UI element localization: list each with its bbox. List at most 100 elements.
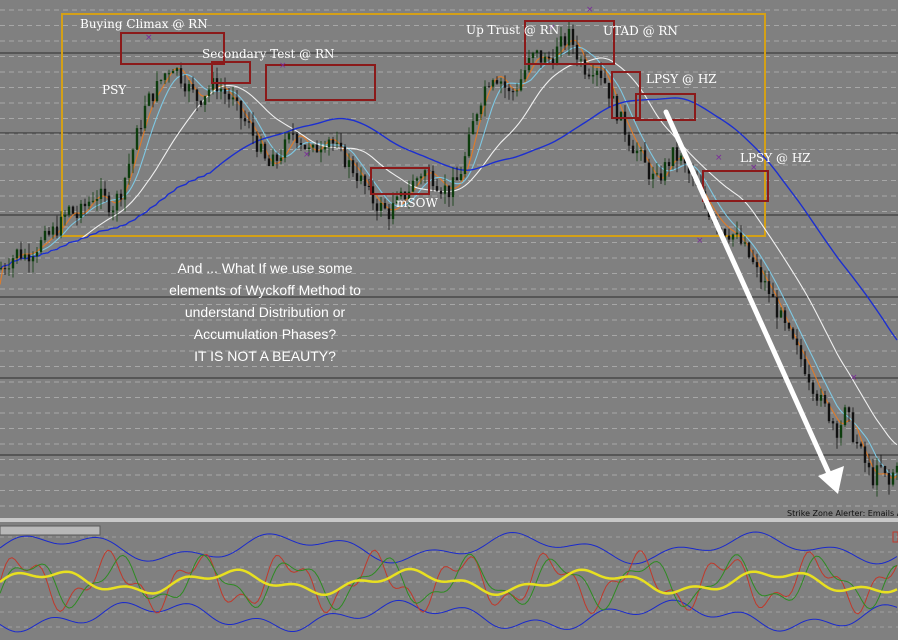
candle-body <box>67 206 71 215</box>
candle-body <box>327 139 331 148</box>
candle-body <box>71 206 75 214</box>
candle-body <box>735 232 739 235</box>
candle-body <box>851 412 855 442</box>
candle-body <box>51 226 55 235</box>
note-line: And ... What If we use some <box>177 260 352 276</box>
candle-body <box>183 83 187 92</box>
note-line: elements of Wyckoff Method to <box>169 282 361 298</box>
candle-body <box>743 242 747 244</box>
candle-body <box>331 139 335 144</box>
candle-body <box>259 143 263 152</box>
candle-body <box>163 73 167 80</box>
candle-body <box>583 59 587 75</box>
candle-body <box>171 70 175 74</box>
candle-body <box>835 423 839 438</box>
candle-body <box>615 95 619 121</box>
candle-body <box>387 208 391 220</box>
candle-body <box>43 230 47 241</box>
candle-body <box>347 160 351 167</box>
note-line: understand Distribution or <box>185 304 346 320</box>
candle-body <box>83 203 87 207</box>
candle-body <box>879 465 883 467</box>
candle-body <box>123 177 127 200</box>
annotation-utad: UTAD @ RN <box>603 24 678 38</box>
candle-body <box>791 328 795 339</box>
annotation-psy: PSY <box>102 83 127 97</box>
candle-body <box>115 193 119 211</box>
candle-body <box>363 175 367 186</box>
candle-body <box>815 393 819 401</box>
candle-body <box>247 121 251 123</box>
candle-body <box>0 268 3 270</box>
candle-body <box>843 407 847 426</box>
candle-body <box>7 268 11 270</box>
candle-body <box>419 176 423 179</box>
candle-body <box>663 162 667 181</box>
candle-body <box>591 75 595 77</box>
candle-body <box>495 80 499 84</box>
candle-body <box>547 56 551 59</box>
candle-body <box>315 144 319 153</box>
candle-body <box>739 232 743 244</box>
candle-body <box>179 68 183 84</box>
candle-body <box>475 114 479 122</box>
candle-body <box>243 118 247 122</box>
candle-body <box>455 177 459 181</box>
candle-body <box>19 249 23 259</box>
x-marker: × <box>715 153 723 163</box>
candle-body <box>467 134 471 157</box>
candle-body <box>463 156 467 175</box>
candle-body <box>119 193 123 200</box>
candle-body <box>63 214 67 217</box>
x-marker: × <box>696 236 704 246</box>
scrollbar-handle[interactable] <box>0 525 101 536</box>
candle-body <box>631 145 635 154</box>
candle-body <box>827 403 831 422</box>
candle-body <box>483 86 487 106</box>
candle-body <box>523 70 527 80</box>
candle-body <box>679 155 683 161</box>
candle-body <box>803 359 807 375</box>
candle-body <box>131 149 135 164</box>
candle-body <box>323 147 327 150</box>
candle-body <box>147 93 151 106</box>
candle-body <box>655 173 659 175</box>
candle-body <box>379 203 383 211</box>
candle-body <box>487 86 491 88</box>
note-line: Accumulation Phases? <box>194 326 337 342</box>
candle-body <box>411 180 415 192</box>
candle-body <box>779 310 783 318</box>
candle-body <box>91 200 95 202</box>
candle-body <box>291 133 295 135</box>
candle-body <box>811 382 815 394</box>
candle-body <box>187 84 191 92</box>
candle-body <box>875 465 879 486</box>
candle-body <box>867 462 871 468</box>
candle-body <box>883 466 887 474</box>
candle-body <box>887 473 891 485</box>
candle-body <box>319 149 323 153</box>
candle-body <box>595 70 599 76</box>
candle-body <box>511 91 515 93</box>
candle-body <box>863 446 867 463</box>
candle-body <box>191 84 195 90</box>
candle-body <box>47 230 51 235</box>
candle-body <box>507 87 511 92</box>
candle-body <box>823 394 827 404</box>
annotation-up-trust: Up Trust @ RN <box>466 23 559 37</box>
candle-body <box>431 170 435 187</box>
x-marker: × <box>850 373 858 383</box>
candle-body <box>87 201 91 207</box>
candle-body <box>751 257 755 263</box>
candle-body <box>415 178 419 181</box>
candle-body <box>619 111 623 121</box>
candle-body <box>855 441 859 444</box>
candle-body <box>651 173 655 180</box>
x-marker: × <box>279 61 287 71</box>
candle-body <box>283 139 287 158</box>
candle-body <box>351 160 355 174</box>
chart-background <box>0 0 898 640</box>
x-marker: × <box>303 150 311 160</box>
candle-body <box>263 143 267 159</box>
candle-body <box>31 256 35 262</box>
